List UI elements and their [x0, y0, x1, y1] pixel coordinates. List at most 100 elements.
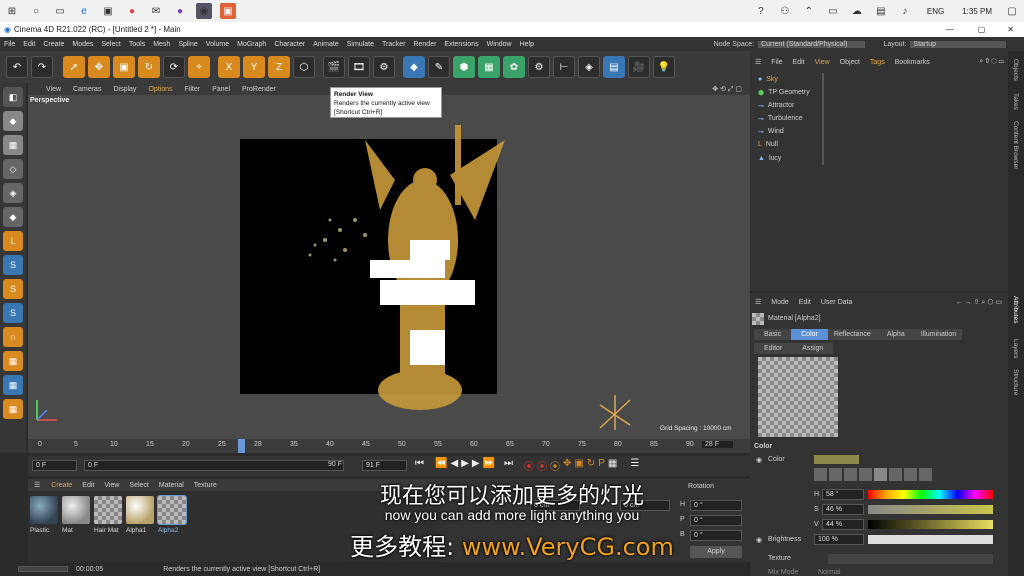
attr-menu-userdata[interactable]: User Data	[821, 299, 853, 306]
obj-menu-tags[interactable]: Tags	[870, 59, 885, 66]
attr-menu-edit[interactable]: Edit	[799, 299, 811, 306]
go-to-end-icon[interactable]: ⏭	[504, 458, 513, 473]
viewport-menu-filter[interactable]: Filter	[185, 86, 201, 93]
viewport-menu-panel[interactable]: Panel	[212, 86, 230, 93]
menu-character[interactable]: Character	[274, 41, 305, 48]
camera-icon[interactable]: 🎥	[628, 56, 650, 78]
menu-mesh[interactable]: Mesh	[153, 41, 170, 48]
make-editable-icon[interactable]: ◧	[3, 87, 23, 107]
side-tab-takes[interactable]: Takes	[1012, 93, 1019, 110]
select-tool-icon[interactable]: ➚	[63, 56, 85, 78]
obj-menu-edit[interactable]: Edit	[793, 59, 805, 66]
tab-color[interactable]: Color	[791, 329, 828, 340]
obj-menu-file[interactable]: File	[771, 59, 782, 66]
timeline-menu-icon[interactable]: ☰	[630, 458, 639, 473]
menu-tracker[interactable]: Tracker	[382, 41, 405, 48]
language-indicator[interactable]: ENG	[927, 7, 944, 16]
points-mode-icon[interactable]: ◇	[3, 159, 23, 179]
render-settings-icon[interactable]: ⚙	[373, 56, 395, 78]
play-icon[interactable]: ▶	[461, 458, 469, 473]
tab-basic[interactable]: Basic	[754, 329, 792, 340]
cloner-icon[interactable]: ▦	[478, 56, 500, 78]
node-space-select[interactable]: Current (Standard/Physical)	[758, 40, 866, 48]
workplane-icon[interactable]: S	[3, 303, 23, 323]
lock-workplane-icon[interactable]: ▦	[3, 399, 23, 419]
bend-icon[interactable]: ⊢	[553, 56, 575, 78]
object-menu-icon[interactable]: ☰	[755, 58, 761, 66]
app-icon[interactable]: ●	[172, 3, 188, 19]
menu-create[interactable]: Create	[43, 41, 64, 48]
coordinate-system-icon[interactable]: ⬡	[293, 56, 315, 78]
subdivision-icon[interactable]: ⬢	[453, 56, 475, 78]
menu-spline[interactable]: Spline	[178, 41, 197, 48]
autokey-icon[interactable]: ⦿	[537, 458, 547, 473]
c4d-taskbar-icon[interactable]: ◉	[196, 3, 212, 19]
mix-mode-select[interactable]: Normal	[818, 569, 841, 576]
next-frame-icon[interactable]: ▶	[472, 458, 480, 473]
search-icon[interactable]: ⌕ ⇧ ⬡ ▭	[979, 58, 1004, 66]
object-row-null[interactable]: L Null	[758, 138, 1003, 151]
position-key-icon[interactable]: ✥	[563, 458, 571, 473]
tab-alpha[interactable]: Alpha	[876, 329, 915, 340]
deformer-icon[interactable]: ✿	[503, 56, 525, 78]
tab-reflectance[interactable]: Reflectance	[827, 329, 877, 340]
obj-menu-bookmarks[interactable]: Bookmarks	[895, 59, 930, 66]
help-icon[interactable]: ?	[753, 3, 769, 19]
magnet-icon[interactable]: ∩	[3, 327, 23, 347]
menu-simulate[interactable]: Simulate	[347, 41, 374, 48]
next-key-icon[interactable]: ⏩	[483, 458, 495, 473]
menu-file[interactable]: File	[4, 41, 15, 48]
workplane-grid-icon[interactable]: ▦	[3, 375, 23, 395]
color-radio-icon[interactable]: ◉	[756, 456, 762, 464]
rotate-tool-icon[interactable]: ↻	[138, 56, 160, 78]
menu-select[interactable]: Select	[101, 41, 120, 48]
floor-icon[interactable]: ▤	[603, 56, 625, 78]
render-view-icon[interactable]: 🎬	[323, 56, 345, 78]
close-button[interactable]: ✕	[1007, 25, 1014, 34]
side-tab-content-browser[interactable]: Content Browser	[1012, 121, 1019, 169]
object-row-turbulence[interactable]: ⊸ Turbulence	[758, 112, 1003, 125]
object-row-sky[interactable]: ● Sky	[758, 73, 1003, 86]
menu-window[interactable]: Window	[487, 41, 512, 48]
side-tab-structure[interactable]: Structure	[1012, 369, 1019, 395]
z-axis-icon[interactable]: Z	[268, 56, 290, 78]
side-tab-objects[interactable]: Objects	[1012, 59, 1019, 81]
attributes-menu-icon[interactable]: ☰	[755, 298, 761, 306]
param-key-icon[interactable]: P	[598, 458, 605, 473]
grid-icon[interactable]: ▦	[3, 351, 23, 371]
end-frame-field[interactable]: 91 F	[362, 460, 407, 471]
obj-menu-object[interactable]: Object	[840, 59, 860, 66]
sketch-icon[interactable]: ◈	[578, 56, 600, 78]
menu-animate[interactable]: Animate	[313, 41, 339, 48]
chrome-icon[interactable]: ●	[124, 3, 140, 19]
texture-mode-icon[interactable]: ▦	[3, 135, 23, 155]
tab-editor[interactable]: Editor	[754, 343, 793, 354]
menu-tools[interactable]: Tools	[129, 41, 145, 48]
light-icon[interactable]: 💡	[653, 56, 675, 78]
obj-menu-view[interactable]: View	[815, 59, 830, 66]
maximize-button[interactable]: ▢	[978, 25, 986, 34]
rotation-key-icon[interactable]: ↻	[587, 458, 595, 473]
viewport-nav-icons[interactable]: ✥ ⟲ ⤢ ▢	[712, 85, 742, 94]
menu-mograph[interactable]: MoGraph	[237, 41, 266, 48]
tab-assign[interactable]: Assign	[792, 343, 834, 354]
object-row-wind[interactable]: ⊸ Wind	[758, 125, 1003, 138]
menu-extensions[interactable]: Extensions	[444, 41, 478, 48]
mail-icon[interactable]: ✉	[148, 3, 164, 19]
viewport-menu-cameras[interactable]: Cameras	[73, 86, 101, 93]
add-tool-icon[interactable]: +	[188, 56, 210, 78]
edge-icon[interactable]: e	[76, 3, 92, 19]
color-swatch[interactable]	[814, 455, 859, 464]
side-tab-layers[interactable]: Layers	[1012, 339, 1019, 359]
minimize-button[interactable]: —	[946, 25, 954, 34]
object-row-lucy[interactable]: ▲ lucy	[758, 152, 1003, 165]
prev-frame-icon[interactable]: ◀	[450, 458, 458, 473]
viewport-menu-options[interactable]: Options	[148, 86, 172, 93]
playhead[interactable]	[238, 439, 245, 453]
layout-select[interactable]: Startup	[910, 40, 1006, 48]
app2-icon[interactable]: ▣	[220, 3, 236, 19]
pla-key-icon[interactable]: ▦	[608, 458, 617, 473]
menu-modes[interactable]: Modes	[72, 41, 93, 48]
menu-help[interactable]: Help	[520, 41, 534, 48]
people-icon[interactable]: ⚇	[777, 3, 793, 19]
